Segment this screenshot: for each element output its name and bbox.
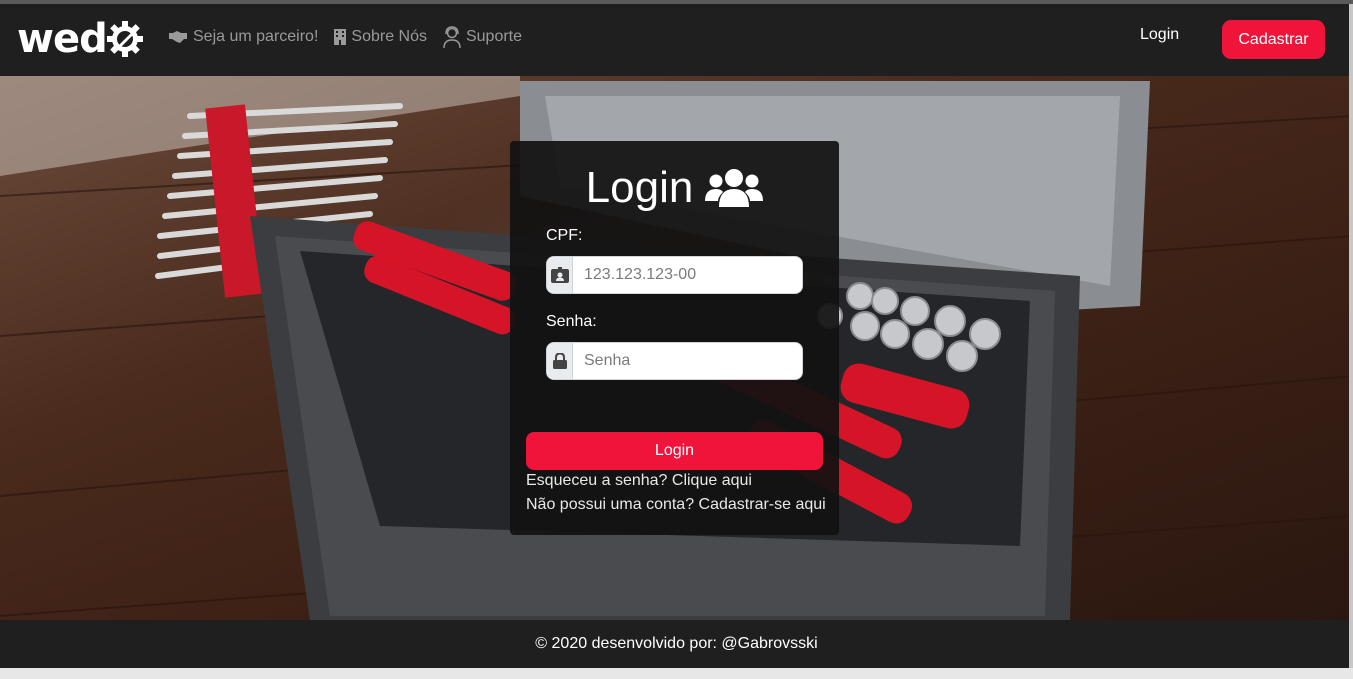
password-addon: [547, 343, 573, 379]
gear-logo-icon: [106, 21, 143, 57]
handshake-icon: [169, 31, 187, 43]
navbar: wed Seja um parceiro! Sobre Nós Suporte …: [0, 4, 1353, 76]
login-title: Login: [510, 163, 839, 213]
cpf-input[interactable]: [573, 257, 802, 293]
window-scrollbar[interactable]: [1349, 4, 1353, 668]
os-taskbar-edge: [0, 668, 1353, 679]
nav-link-support[interactable]: Suporte: [443, 26, 522, 48]
password-input[interactable]: [573, 343, 802, 379]
forgot-password-link[interactable]: Esqueceu a senha? Clique aqui: [526, 472, 752, 490]
login-submit-button[interactable]: Login: [526, 432, 823, 470]
cpf-label: CPF:: [546, 227, 583, 244]
login-title-text: Login: [585, 163, 694, 212]
nav-link-label: Suporte: [465, 28, 523, 45]
login-card: Login CPF: 123.123.123-00 Senha: Login E…: [510, 141, 839, 535]
hero-background-photo: Login CPF: 123.123.123-00 Senha: Login E…: [0, 76, 1353, 620]
cpf-addon: [547, 257, 573, 293]
password-input-group: [546, 342, 803, 380]
footer-text: © 2020 desenvolvido por: @Gabrovsski: [535, 635, 818, 652]
nav-link-about[interactable]: Sobre Nós: [334, 28, 427, 46]
brand-logo[interactable]: wed: [17, 18, 145, 60]
nav-link-label: Sobre Nós: [351, 28, 427, 45]
id-badge-icon: [550, 267, 569, 283]
footer: © 2020 desenvolvido por: @Gabrovsski: [0, 620, 1353, 668]
support-agent-icon: [443, 26, 461, 48]
signup-nav-button[interactable]: Cadastrar: [1222, 20, 1325, 59]
nav-link-label: Seja um parceiro!: [193, 28, 319, 45]
cpf-input-group: [546, 256, 803, 294]
logo-text: wed: [17, 16, 108, 62]
nav-link-partner[interactable]: Seja um parceiro!: [168, 28, 318, 46]
password-label: Senha:: [546, 313, 597, 330]
register-link[interactable]: Não possui uma conta? Cadastrar-se aqui: [526, 496, 826, 514]
building-icon: [334, 29, 347, 45]
nav-links: Seja um parceiro! Sobre Nós Suporte: [168, 26, 522, 48]
lock-icon: [552, 353, 567, 369]
users-icon: [705, 169, 764, 207]
login-nav-button[interactable]: Login: [1140, 26, 1179, 44]
